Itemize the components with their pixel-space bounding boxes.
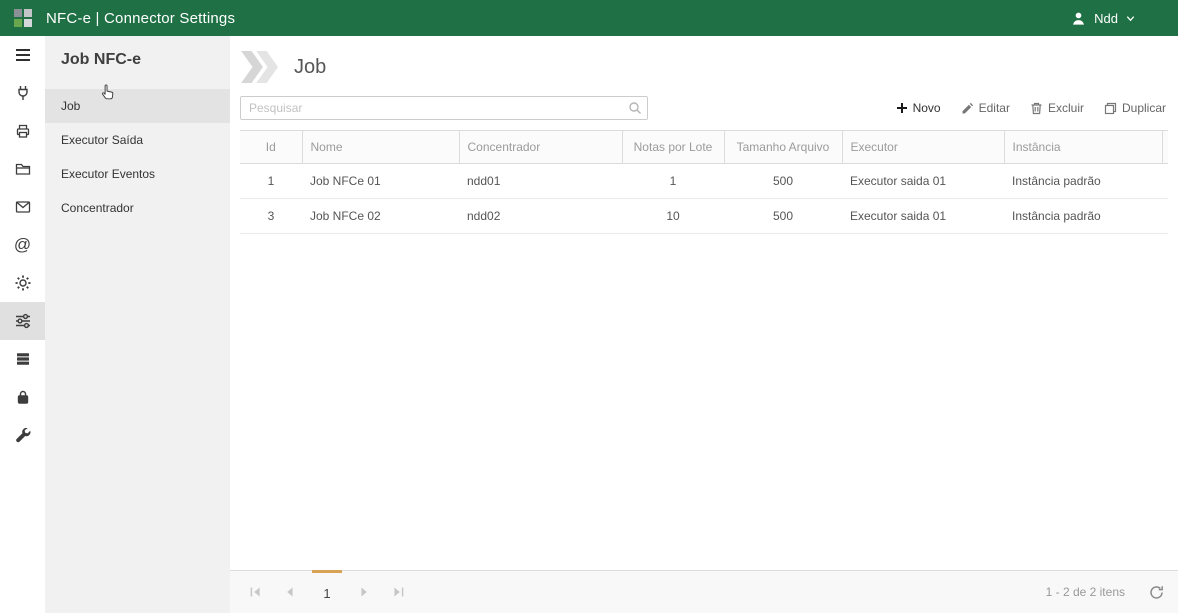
table-row[interactable]: 3 Job NFCe 02 ndd02 10 500 Executor said… [240,199,1168,234]
cell-notas-por-lote: 10 [622,199,724,234]
grid-empty-area [230,234,1178,570]
cell-concentrador: ndd02 [459,199,622,234]
toolbar: Novo Editar Excluir [896,101,1166,115]
cell-filler [1162,164,1168,199]
pager-info: 1 - 2 de 2 itens [1046,585,1125,599]
printer-icon[interactable] [0,112,45,150]
controls-row: Novo Editar Excluir [230,90,1178,120]
column-header-id[interactable]: Id [240,131,302,164]
lock-icon[interactable] [0,378,45,416]
at-icon[interactable]: @ [0,226,45,264]
search-box [240,96,648,120]
pager: 1 1 - 2 de 2 itens [230,570,1178,613]
edit-icon [961,102,974,115]
refresh-icon [1149,585,1164,600]
sidebar-item-executor-eventos[interactable]: Executor Eventos [45,157,230,191]
app-title: NFC-e | Connector Settings [46,10,235,27]
first-page-icon [249,586,261,598]
wrench-icon[interactable] [0,416,45,454]
column-header-nome[interactable]: Nome [302,131,459,164]
plus-icon [896,102,908,114]
pager-prev-button[interactable] [277,579,303,605]
cell-tamanho-arquivo: 500 [724,199,842,234]
app-logo [14,9,32,27]
sliders-icon[interactable] [0,302,45,340]
folder-icon[interactable] [0,150,45,188]
prev-page-icon [284,586,296,598]
cell-notas-por-lote: 1 [622,164,724,199]
cell-concentrador: ndd01 [459,164,622,199]
sidebar-title: Job NFC-e [45,36,230,89]
main-content: Job Novo [230,36,1178,613]
icon-rail: @ [0,36,45,613]
column-header-instancia[interactable]: Instância [1004,131,1162,164]
app-window: NFC-e | Connector Settings Ndd [0,0,1178,613]
trash-icon [1030,102,1043,115]
column-header-concentrador[interactable]: Concentrador [459,131,622,164]
pager-page-button[interactable]: 1 [312,570,342,613]
cell-tamanho-arquivo: 500 [724,164,842,199]
cell-id: 3 [240,199,302,234]
search-icon[interactable] [628,101,642,115]
topbar: NFC-e | Connector Settings Ndd [0,0,1178,36]
table-row[interactable]: 1 Job NFCe 01 ndd01 1 500 Executor saida… [240,164,1168,199]
gear-icon[interactable] [0,264,45,302]
user-menu[interactable]: Ndd [1070,10,1136,27]
next-page-icon [358,586,370,598]
cell-nome: Job NFCe 01 [302,164,459,199]
sidebar-item-concentrador[interactable]: Concentrador [45,191,230,225]
duplicate-icon [1104,102,1117,115]
table-header-row: Id Nome Concentrador Notas por Lote Tama… [240,131,1168,164]
data-grid: Id Nome Concentrador Notas por Lote Tama… [240,130,1178,234]
sidebar: Job NFC-e Job Executor Saída Executor Ev… [45,36,230,613]
chevron-down-icon [1125,13,1136,24]
column-header-executor[interactable]: Executor [842,131,1004,164]
user-icon [1070,10,1087,27]
column-header-filler [1162,131,1168,164]
plug-icon[interactable] [0,74,45,112]
cell-id: 1 [240,164,302,199]
sidebar-item-executor-saida[interactable]: Executor Saída [45,123,230,157]
cell-executor: Executor saida 01 [842,164,1004,199]
duplicar-button[interactable]: Duplicar [1104,101,1166,115]
refresh-button[interactable] [1149,585,1164,600]
pager-next-button[interactable] [351,579,377,605]
menu-icon[interactable] [0,36,45,74]
search-input[interactable] [240,96,648,120]
pager-first-button[interactable] [242,579,268,605]
user-name: Ndd [1094,11,1118,26]
mail-icon[interactable] [0,188,45,226]
editar-button[interactable]: Editar [961,101,1010,115]
last-page-icon [393,586,405,598]
column-header-notas-por-lote[interactable]: Notas por Lote [622,131,724,164]
cell-executor: Executor saida 01 [842,199,1004,234]
page-header: Job [230,36,1178,90]
cell-filler [1162,199,1168,234]
cell-instancia: Instância padrão [1004,164,1162,199]
cell-instancia: Instância padrão [1004,199,1162,234]
sidebar-item-job[interactable]: Job [45,89,230,123]
page-title: Job [294,56,326,79]
column-header-tamanho-arquivo[interactable]: Tamanho Arquivo [724,131,842,164]
novo-button[interactable]: Novo [896,101,941,115]
excluir-button[interactable]: Excluir [1030,101,1084,115]
pager-last-button[interactable] [386,579,412,605]
cell-nome: Job NFCe 02 [302,199,459,234]
stack-icon[interactable] [0,340,45,378]
page-header-chevrons-icon [240,50,282,84]
